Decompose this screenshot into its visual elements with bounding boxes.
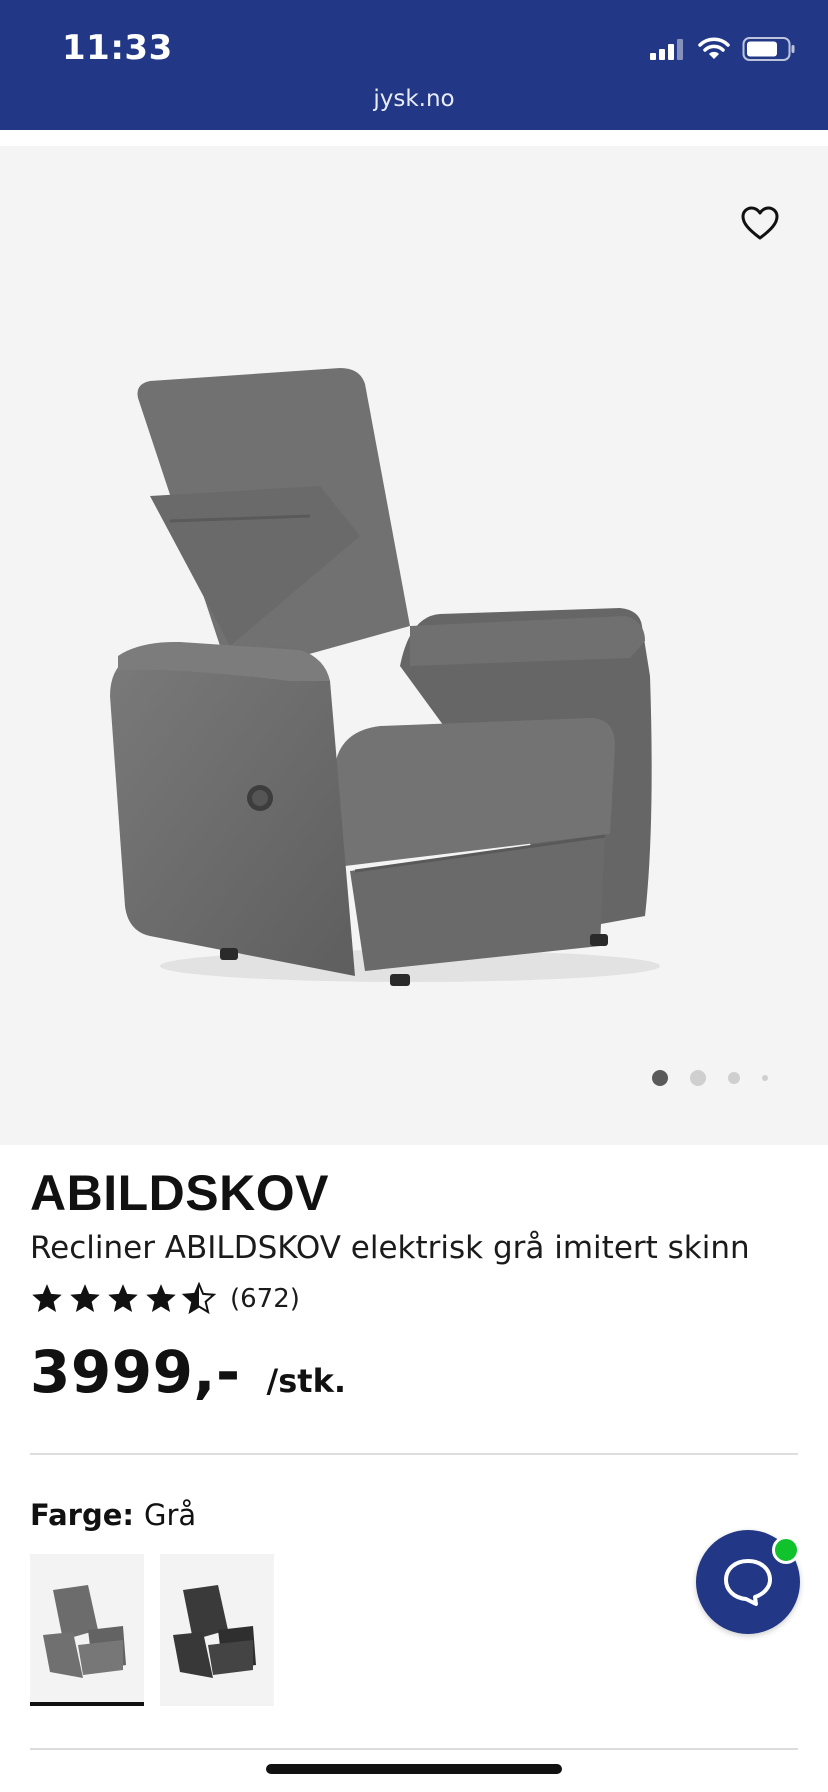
product-price: 3999,-: [30, 1338, 241, 1406]
product-image-recliner: [110, 368, 660, 986]
divider: [30, 1453, 798, 1455]
star-icon: [70, 1284, 100, 1313]
pagination-dot-1[interactable]: [652, 1070, 668, 1086]
wifi-icon: [698, 37, 730, 59]
product-rating[interactable]: (672): [30, 1282, 300, 1316]
half-star-icon: [182, 1282, 216, 1315]
star-icon: [146, 1284, 176, 1313]
url-bar[interactable]: jysk.no: [0, 86, 828, 112]
product-title: Recliner ABILDSKOV elektrisk grå imitert…: [30, 1230, 750, 1266]
color-label: Farge:: [30, 1498, 135, 1532]
signal-icon: [650, 39, 683, 60]
pagination-dot-4[interactable]: [762, 1075, 768, 1081]
product-brand: ABILDSKOV: [30, 1165, 329, 1221]
swatch-black[interactable]: [160, 1554, 274, 1706]
review-count[interactable]: (672): [230, 1284, 300, 1314]
online-status-dot: [772, 1536, 800, 1564]
pagination-dot-3[interactable]: [728, 1072, 740, 1084]
swatch-gray[interactable]: [30, 1554, 144, 1706]
pagination-dot-2[interactable]: [690, 1070, 706, 1086]
swatch-image-black: [173, 1585, 256, 1678]
price-row: 3999,- /stk.: [30, 1338, 346, 1406]
color-value: Grå: [144, 1498, 197, 1532]
price-unit: /stk.: [266, 1362, 346, 1400]
rating-stars: [30, 1282, 216, 1316]
gallery-pagination[interactable]: [652, 1070, 768, 1086]
star-icon: [32, 1284, 62, 1313]
divider: [30, 1748, 798, 1750]
product-image-gallery[interactable]: [0, 146, 828, 1145]
chat-bubble-icon: [724, 1559, 772, 1606]
heart-icon[interactable]: [740, 204, 780, 244]
status-time: 11:33: [62, 28, 173, 68]
battery-icon: [742, 37, 795, 61]
swatch-image-gray: [43, 1585, 126, 1678]
home-indicator[interactable]: [266, 1764, 562, 1774]
color-swatches[interactable]: [30, 1554, 274, 1706]
color-selector-label: Farge: Grå: [30, 1498, 196, 1532]
star-icon: [108, 1284, 138, 1313]
status-icons: [650, 34, 796, 64]
browser-header: 11:33 jysk.no: [0, 0, 828, 130]
